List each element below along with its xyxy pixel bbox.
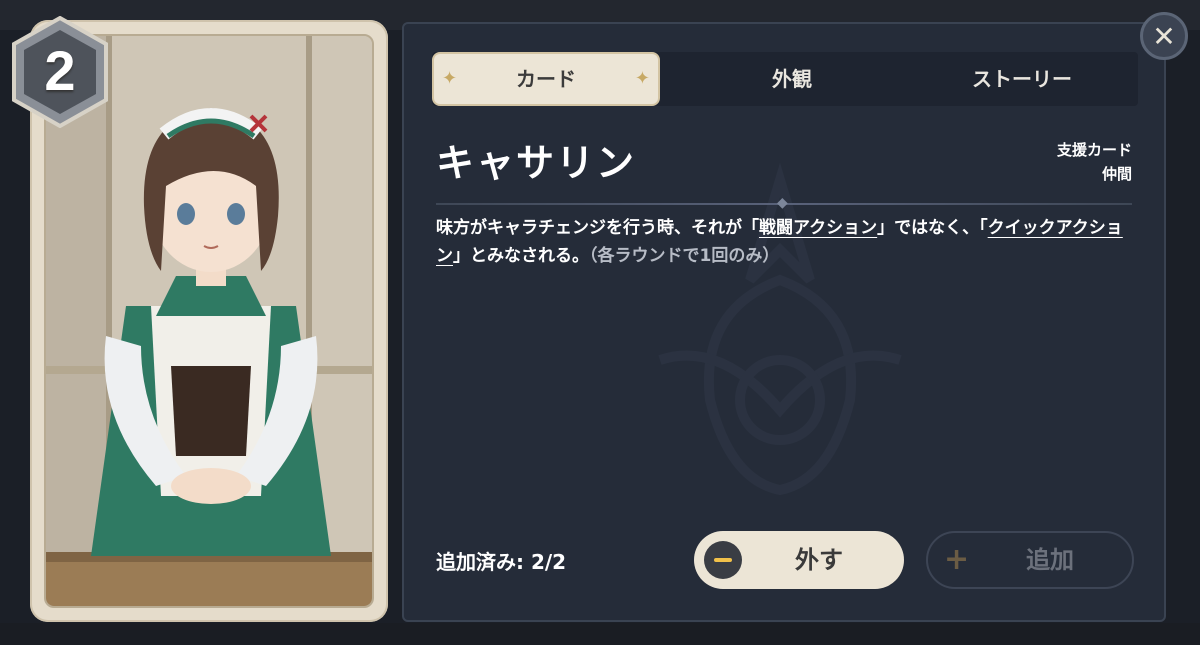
description-text: 」ではなく、「: [877, 218, 988, 238]
usage-limit-note: （各ラウンドで1回のみ）: [589, 246, 780, 266]
tab-story[interactable]: ストーリー: [906, 52, 1138, 106]
plus-icon: +: [944, 542, 970, 577]
card-cost: 2: [44, 39, 76, 102]
tab-appearance[interactable]: 外観: [678, 52, 906, 106]
tab-card-label: カード: [516, 67, 576, 91]
description-text: 味方がキャラチェンジを行う時、それが「: [436, 218, 759, 238]
remove-button-label: 外す: [795, 546, 843, 574]
card-description: 味方がキャラチェンジを行う時、それが「戦闘アクション」ではなく、「クイックアクシ…: [436, 214, 1136, 270]
sparkle-icon: ✦: [442, 68, 458, 89]
tab-bar: ✦ カード ✦ 外観 ストーリー: [432, 52, 1138, 106]
card-type-companion: 仲間: [1101, 165, 1132, 183]
close-icon: ✕: [1152, 19, 1176, 53]
added-count: 追加済み: 2/2: [436, 550, 567, 574]
description-text: 」とみなされる。: [453, 246, 589, 266]
diamond-icon: ◆: [777, 195, 788, 211]
remove-button[interactable]: 外す: [694, 531, 904, 589]
cost-badge: 2: [10, 15, 110, 129]
card-name: キャサリン: [436, 141, 637, 185]
tab-appearance-label: 外観: [772, 67, 812, 91]
tab-story-label: ストーリー: [972, 67, 1072, 91]
tab-card[interactable]: ✦ カード ✦: [432, 52, 660, 106]
minus-icon: [704, 541, 742, 579]
card-type-support: 支援カード: [1056, 141, 1132, 159]
keyword-combat-action[interactable]: 戦闘アクション: [759, 218, 877, 238]
card-type: 支援カード 仲間: [1057, 138, 1132, 186]
background-bottom-strip: [0, 623, 1200, 645]
add-button[interactable]: + 追加: [926, 531, 1134, 589]
add-button-label: 追加: [1026, 546, 1074, 574]
sparkle-icon: ✦: [634, 68, 650, 89]
close-button[interactable]: ✕: [1140, 12, 1188, 60]
